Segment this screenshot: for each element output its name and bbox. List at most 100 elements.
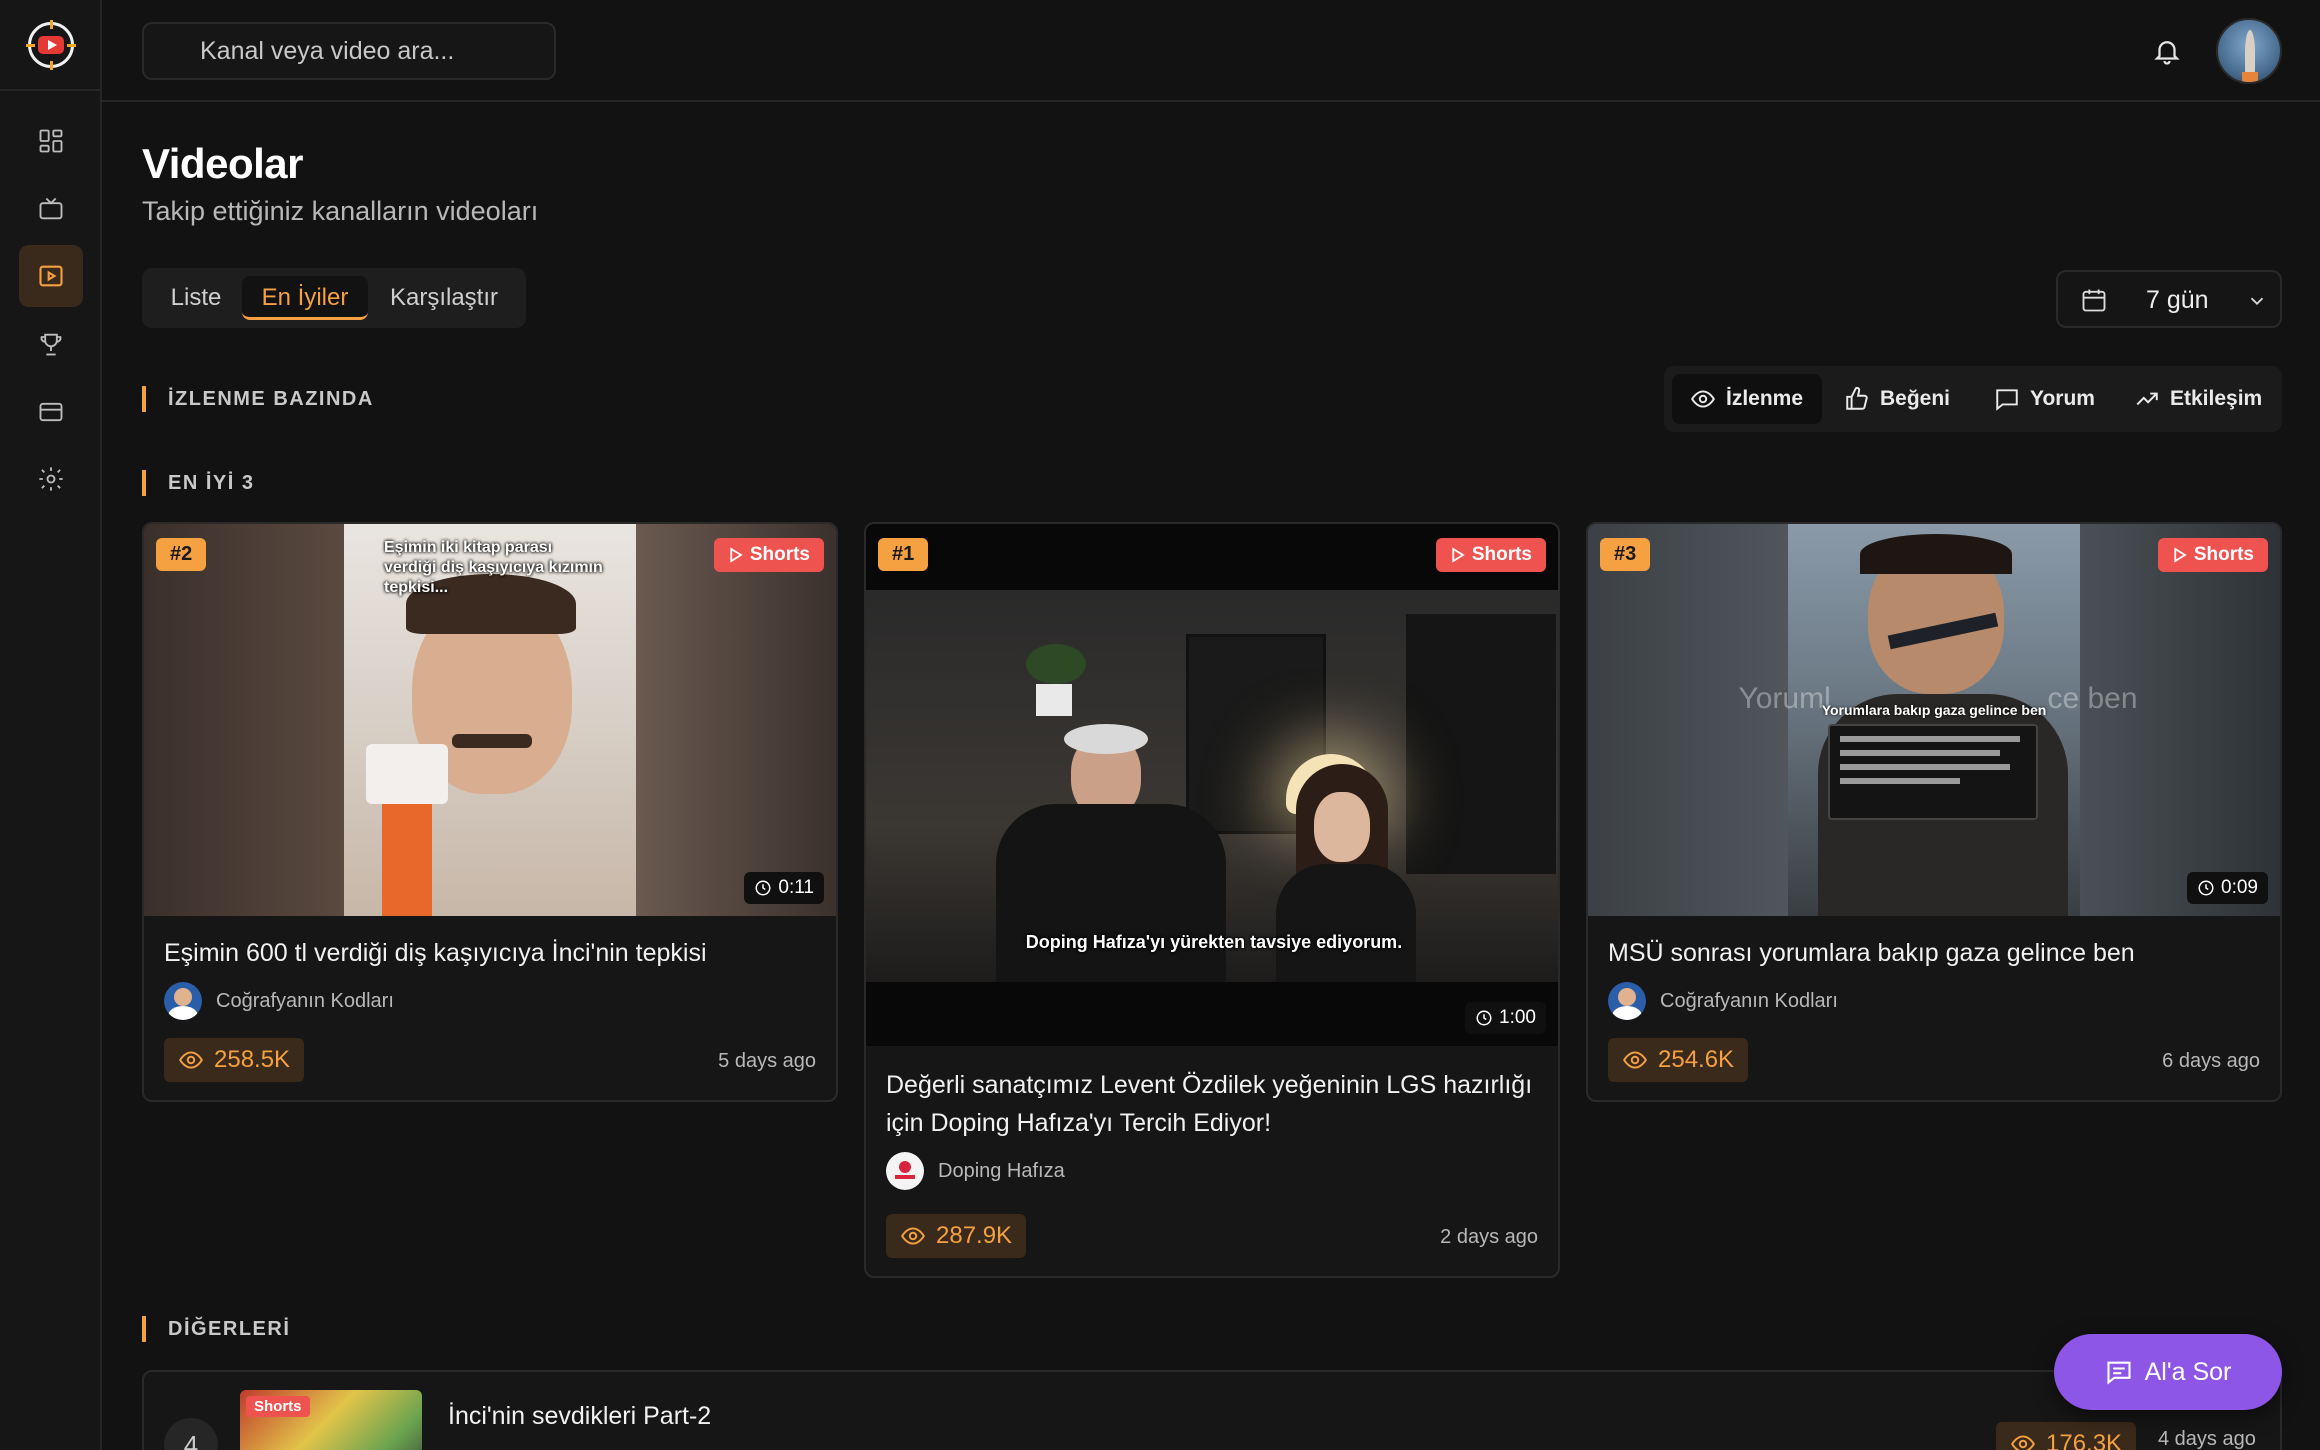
top-header (102, 0, 2320, 102)
eye-icon (1623, 1051, 1647, 1069)
section-label-others: DİĞERLERİ (142, 1316, 290, 1342)
sidebar-item-dashboard[interactable] (19, 110, 83, 172)
date-range-select[interactable]: 7 gün (2056, 270, 2282, 328)
search-input[interactable] (142, 22, 556, 80)
view-tabs: Liste En İyiler Karşılaştır (142, 268, 526, 328)
video-title[interactable]: Eşimin 600 tl verdiği diş kaşıyıcıya İnc… (144, 934, 836, 972)
shorts-badge: Shorts (246, 1396, 310, 1417)
video-title[interactable]: MSÜ sonrası yorumlara bakıp gaza gelince… (1588, 934, 2280, 972)
chat-icon (2107, 1361, 2131, 1385)
tab-list[interactable]: Liste (156, 276, 236, 320)
thumbs-up-icon (1846, 386, 1868, 410)
play-icon (2174, 547, 2187, 563)
rank-badge: #3 (1600, 538, 1651, 571)
metric-comments-label: Yorum (2030, 387, 2095, 410)
channel-info[interactable]: Doping Hafıza (866, 1152, 1558, 1190)
section-label-basis: İZLENME BAZINDA (142, 386, 374, 412)
metric-views-button[interactable]: İzlenme (1672, 374, 1822, 424)
thumbnail-overlay-text: Eşimin iki kitap parası verdiği diş kaşı… (384, 539, 603, 596)
thumbnail-overlay-text: Doping Hafıza'yı yürekten tavsiye ediyor… (1025, 932, 1403, 952)
channel-avatar (886, 1152, 924, 1190)
calendar-icon (2082, 289, 2106, 312)
duration-label: 1:00 (1499, 1007, 1536, 1028)
trending-up-icon (2136, 392, 2158, 406)
metric-engagement-label: Etkileşim (2170, 387, 2263, 410)
video-card[interactable]: Eşimin iki kitap parası verdiği diş kaşı… (142, 522, 838, 1102)
metric-comments-button[interactable]: Yorum (1994, 374, 2104, 424)
published-ago: 2 days ago (1440, 1226, 1538, 1248)
tab-compare[interactable]: Karşılaştır (374, 276, 514, 320)
ask-ai-button[interactable]: Al'a Sor (2054, 1334, 2282, 1410)
play-icon (38, 36, 64, 54)
channel-avatar (1608, 982, 1646, 1020)
metric-toggle-group: İzlenme Beğeni Yorum Etkileşim (1664, 366, 2282, 432)
metric-engagement-button[interactable]: Etkileşim (2134, 374, 2274, 424)
page-title: Videolar (142, 140, 303, 187)
metric-views-label: İzlenme (1726, 387, 1804, 410)
views-count: 258.5K (214, 1046, 291, 1073)
video-card[interactable]: Doping Hafıza'yı yürekten tavsiye ediyor… (864, 522, 1560, 1278)
gear-icon (39, 467, 63, 491)
duration-label: 0:09 (2221, 877, 2258, 898)
metric-likes-button[interactable]: Beğeni (1844, 374, 1964, 424)
user-avatar[interactable] (2216, 18, 2282, 84)
ask-ai-label: Al'a Sor (2144, 1357, 2232, 1386)
shorts-badge-label: Shorts (1471, 544, 1532, 565)
sidebar (0, 0, 102, 1450)
views-stat: 176.3K (1996, 1422, 2137, 1450)
credit-card-icon (39, 402, 63, 422)
shorts-badge: Shorts (1435, 538, 1546, 572)
shorts-badge: Shorts (713, 538, 824, 572)
channel-info[interactable]: Coğrafyanın Kodları (1588, 982, 2280, 1020)
clock-icon (1476, 1010, 1492, 1026)
video-thumbnail[interactable]: Shorts (240, 1390, 422, 1450)
video-title[interactable]: İnci'nin sevdikleri Part-2 (448, 1402, 711, 1431)
channel-name: Coğrafyanın Kodları (216, 989, 394, 1012)
sidebar-divider (0, 89, 100, 91)
date-range-value: 7 gün (2146, 286, 2209, 314)
shorts-badge: Shorts (2157, 538, 2268, 572)
list-item[interactable]: 4 Shorts İnci'nin sevdikleri Part-2 176.… (142, 1370, 2282, 1450)
published-ago: 6 days ago (2162, 1050, 2260, 1072)
video-thumbnail[interactable]: Eşimin iki kitap parası verdiği diş kaşı… (144, 524, 836, 916)
eye-icon (179, 1051, 203, 1069)
duration-badge: 1:00 (1465, 1002, 1546, 1034)
video-thumbnail[interactable]: Doping Hafıza'yı yürekten tavsiye ediyor… (866, 524, 1558, 1046)
channel-name: Doping Hafıza (938, 1159, 1065, 1182)
play-icon (1452, 547, 1465, 563)
section-label-top3: EN İYİ 3 (142, 470, 254, 496)
channel-avatar (164, 982, 202, 1020)
sidebar-item-videos[interactable] (19, 245, 83, 307)
chevron-down-icon (2250, 297, 2264, 306)
rank-badge: #1 (878, 538, 929, 571)
views-count: 254.6K (1658, 1046, 1735, 1073)
play-icon (730, 547, 743, 563)
channel-info[interactable]: Coğrafyanın Kodları (144, 982, 836, 1020)
video-thumbnail[interactable]: Yoruml ce ben Yorumlara bakıp gaza gelin… (1588, 524, 2280, 916)
sidebar-item-channels[interactable] (19, 178, 83, 240)
views-stat: 258.5K (164, 1038, 305, 1082)
dashboard-icon (39, 129, 63, 153)
rank-number: 4 (164, 1418, 218, 1450)
sidebar-item-rankings[interactable] (19, 313, 83, 375)
clock-icon (2198, 880, 2214, 896)
views-stat: 287.9K (886, 1214, 1027, 1258)
sidebar-item-settings[interactable] (19, 448, 83, 510)
bell-icon[interactable] (2152, 36, 2182, 66)
tab-top[interactable]: En İyiler (242, 276, 368, 320)
duration-badge: 0:11 (744, 872, 824, 904)
video-title[interactable]: Değerli sanatçımız Levent Özdilek yeğeni… (866, 1066, 1558, 1142)
comment-icon (1996, 389, 2018, 411)
eye-icon (901, 1227, 925, 1245)
channel-name: Coğrafyanın Kodları (1660, 989, 1838, 1012)
eye-icon (1691, 390, 1715, 408)
app-logo[interactable] (26, 20, 76, 70)
duration-badge: 0:09 (2187, 872, 2268, 904)
rank-badge: #2 (156, 538, 207, 571)
video-card[interactable]: Yoruml ce ben Yorumlara bakıp gaza gelin… (1586, 522, 2282, 1102)
tv-icon (39, 197, 63, 220)
sidebar-item-billing[interactable] (19, 381, 83, 443)
clock-icon (755, 880, 771, 896)
shorts-badge-label: Shorts (2193, 544, 2254, 565)
duration-label: 0:11 (778, 877, 814, 898)
